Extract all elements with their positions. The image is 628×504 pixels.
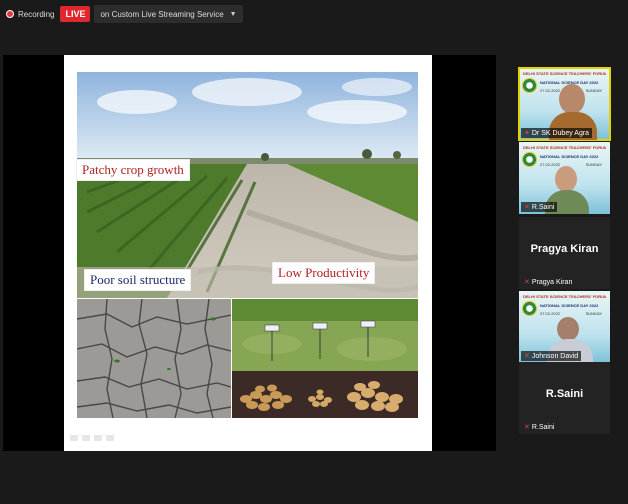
event-date: 27.02.2022	[540, 311, 561, 316]
event-date: 27.02.2022	[540, 88, 561, 93]
live-stream-dropdown[interactable]: on Custom Live Streaming Service ▼	[94, 5, 243, 23]
recording-button[interactable]: Recording	[2, 4, 58, 24]
participant-name: R.Saini	[531, 423, 555, 431]
participant-name-tag: ✕ Pragya Kiran	[521, 277, 575, 287]
label-poor-soil-structure: Poor soil structure	[84, 269, 192, 291]
participant-name: R.Saini	[531, 203, 555, 211]
participant-display-name: Pragya Kiran	[530, 243, 599, 255]
participant-name-tag: ✕ Johnson David	[521, 351, 582, 361]
participant-tile[interactable]: DELHI STATE SCIENCE TEACHERS' FORUM (REG…	[518, 67, 611, 141]
participant-avatar	[557, 317, 579, 341]
participant-name-tag: ✕ R.Saini	[521, 422, 557, 432]
event-banner: DELHI STATE SCIENCE TEACHERS' FORUM (REG…	[523, 71, 606, 76]
participant-name: Pragya Kiran	[531, 278, 573, 286]
participant-tile[interactable]: Pragya Kiran ✕ Pragya Kiran	[519, 217, 610, 289]
shared-screen: Patchy crop growth Poor soil structure L…	[3, 55, 496, 451]
event-day: SUNDAY	[585, 162, 602, 167]
chevron-down-icon: ▼	[229, 10, 237, 18]
stream-service-label: on Custom Live Streaming Service	[100, 9, 224, 19]
presentation-slide: Patchy crop growth Poor soil structure L…	[64, 55, 432, 451]
cracked-soil-photo	[77, 299, 231, 418]
mic-muted-icon: ✕	[524, 279, 530, 286]
event-banner: DELHI STATE SCIENCE TEACHERS' FORUM (REG…	[523, 294, 606, 299]
record-icon	[6, 10, 14, 18]
forum-logo-icon	[522, 301, 537, 316]
slide-control-icon[interactable]	[70, 435, 78, 441]
slide-control-icon[interactable]	[82, 435, 90, 441]
mic-muted-icon: ✕	[524, 353, 530, 360]
participant-tile[interactable]: DELHI STATE SCIENCE TEACHERS' FORUM (REG…	[519, 291, 610, 363]
label-low-productivity: Low Productivity	[272, 262, 376, 284]
event-banner: DELHI STATE SCIENCE TEACHERS' FORUM (REG…	[523, 145, 606, 150]
event-title: NATIONAL SCIENCE DAY 2022	[540, 303, 599, 308]
participant-name-tag: ✦ Dr SK Dubey Agra	[521, 128, 593, 138]
event-day: SUNDAY	[585, 311, 602, 316]
potato-harvest-photo	[232, 299, 418, 418]
participant-name: Johnson David	[531, 352, 579, 360]
participant-tile[interactable]: R.Saini ✕ R.Saini	[519, 362, 610, 434]
mic-muted-icon: ✕	[524, 424, 530, 431]
participant-display-name: R.Saini	[545, 388, 584, 400]
participant-tile[interactable]: DELHI STATE SCIENCE TEACHERS' FORUM (REG…	[519, 142, 610, 214]
slide-control-icon[interactable]	[94, 435, 102, 441]
participant-name-tag: ✕ R.Saini	[521, 202, 558, 212]
mic-muted-icon: ✕	[524, 204, 530, 211]
slide-controls	[70, 435, 114, 441]
recording-bar: Recording LIVE on Custom Live Streaming …	[2, 4, 243, 24]
event-day: SUNDAY	[585, 88, 602, 93]
participant-avatar	[559, 84, 585, 114]
slide-control-icon[interactable]	[106, 435, 114, 441]
meeting-window: Recording LIVE on Custom Live Streaming …	[0, 0, 628, 504]
label-patchy-crop-growth: Patchy crop growth	[76, 159, 190, 181]
live-badge[interactable]: LIVE	[60, 6, 91, 22]
pin-icon: ✦	[524, 130, 530, 137]
event-title: NATIONAL SCIENCE DAY 2022	[540, 154, 599, 159]
participant-avatar	[555, 166, 577, 192]
participant-name: Dr SK Dubey Agra	[531, 129, 590, 137]
forum-logo-icon	[522, 152, 537, 167]
event-date: 27.02.2022	[540, 162, 561, 167]
forum-logo-icon	[522, 78, 537, 93]
recording-label: Recording	[18, 9, 55, 19]
